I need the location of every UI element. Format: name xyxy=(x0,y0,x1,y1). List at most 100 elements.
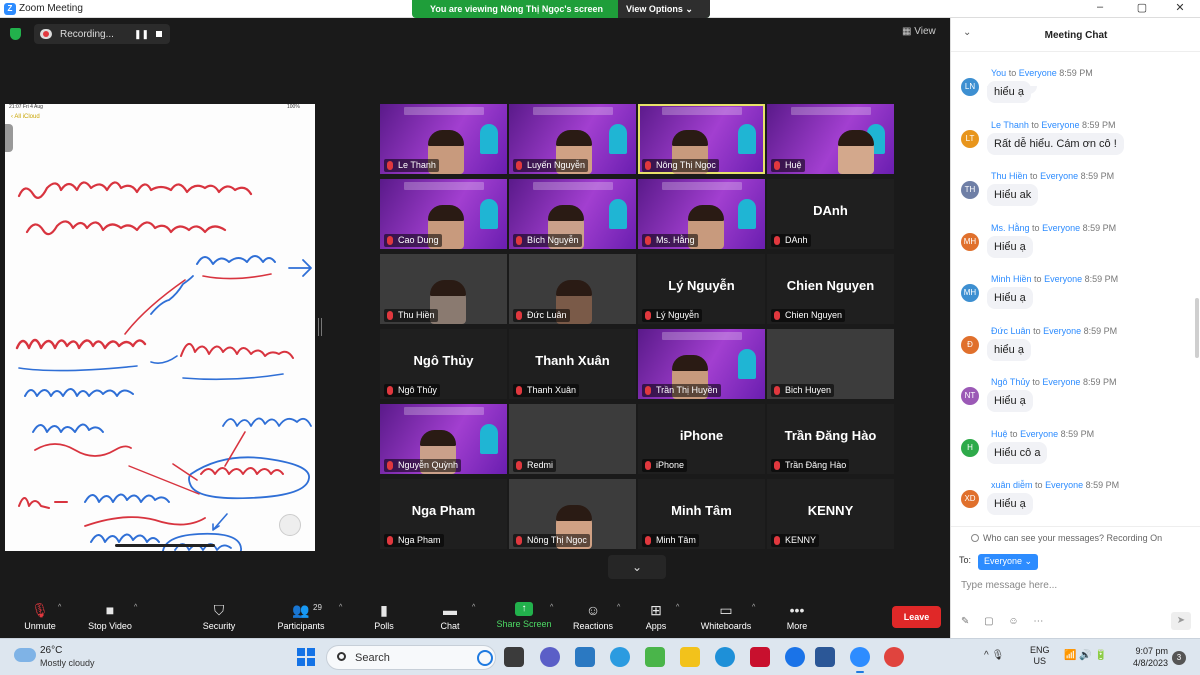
notification-badge[interactable]: 3 xyxy=(1172,651,1186,665)
minimize-button[interactable]: – xyxy=(1080,1,1120,13)
chat-label: Chat xyxy=(440,621,460,631)
task-view-icon[interactable] xyxy=(504,647,524,667)
word-icon[interactable] xyxy=(815,647,835,667)
chrome-icon[interactable] xyxy=(884,647,904,667)
view-options-button[interactable]: View Options ⌄ xyxy=(618,0,710,18)
message-bubble: Hiểu ạ xyxy=(987,390,1033,412)
participant-display-name: Thanh Xuân xyxy=(535,353,610,368)
weather-temperature[interactable]: 26°C xyxy=(40,645,62,656)
stop-recording-button[interactable] xyxy=(156,31,162,37)
video-tile[interactable]: Ms. Hằng xyxy=(638,179,765,249)
sender-avatar: NT xyxy=(961,387,979,405)
apps-options-caret[interactable]: ^ xyxy=(676,604,679,611)
video-tile[interactable]: iPhone iPhone xyxy=(638,404,765,474)
video-tile[interactable]: Ngô Thủy Ngô Thủy xyxy=(380,329,507,399)
close-button[interactable]: ✕ xyxy=(1160,1,1200,14)
chat-formatting-tools[interactable]: ✎ ▢ ☺ ⋯ xyxy=(961,616,1049,627)
audio-options-caret[interactable]: ^ xyxy=(58,604,61,611)
windows-start-icon[interactable] xyxy=(297,648,315,666)
video-tile[interactable]: Bich Huyen xyxy=(767,329,894,399)
recipient-name: Everyone xyxy=(1040,171,1079,181)
input-language-indicator[interactable]: ENG US xyxy=(1030,645,1050,667)
chat-scrollbar[interactable] xyxy=(1195,298,1199,358)
video-tile[interactable]: KENNY KENNY xyxy=(767,479,894,549)
moje-app-icon[interactable] xyxy=(645,647,665,667)
more-button[interactable]: ••• More xyxy=(757,598,837,638)
video-tile[interactable]: Huệ xyxy=(767,104,894,174)
muted-mic-icon xyxy=(387,236,393,245)
system-settings-icon[interactable] xyxy=(715,647,735,667)
participants-options-caret[interactable]: ^ xyxy=(339,604,342,611)
network-volume-battery-icons[interactable]: 📶 🔊 🔋 xyxy=(1064,650,1107,661)
video-tile[interactable]: Nông Thị Ngọc xyxy=(638,104,765,174)
video-tile[interactable]: Nguyễn Quỳnh xyxy=(380,404,507,474)
language-code: ENG xyxy=(1030,645,1050,655)
unmute-label: Unmute xyxy=(24,621,56,631)
video-tile[interactable]: Thanh Xuân Thanh Xuân xyxy=(509,329,636,399)
presenter-figure-graphic xyxy=(738,124,756,154)
video-tile[interactable]: Minh Tâm Minh Tâm xyxy=(638,479,765,549)
weather-description[interactable]: Mostly cloudy xyxy=(40,658,95,668)
taskbar-clock[interactable]: 9:07 pm 4/8/2023 xyxy=(1122,645,1168,669)
video-tile[interactable]: Đức Luân xyxy=(509,254,636,324)
who-can-see-notice[interactable]: Who can see your messages? Recording On xyxy=(951,526,1200,548)
maximize-button[interactable]: ▢ xyxy=(1122,1,1162,14)
video-tile[interactable]: Luyến Nguyễn xyxy=(509,104,636,174)
chat-button[interactable]: ▬ Chat ^ xyxy=(410,598,490,638)
muted-mic-icon xyxy=(516,311,522,320)
video-tile[interactable]: Trần Đăng Hào Trần Đăng Hào xyxy=(767,404,894,474)
share-screen-button[interactable]: ↑ Share Screen ^ xyxy=(484,598,564,638)
video-options-caret[interactable]: ^ xyxy=(134,604,137,611)
teams-chat-icon[interactable] xyxy=(540,647,560,667)
message-header: Minh Hiền to Everyone 8:59 PM xyxy=(991,274,1118,284)
recipient-select[interactable]: Everyone ⌄ xyxy=(978,554,1039,570)
video-tile[interactable]: DAnh DAnh xyxy=(767,179,894,249)
edge-icon[interactable] xyxy=(610,647,630,667)
video-tile[interactable]: Cao Dung xyxy=(380,179,507,249)
leave-button[interactable]: Leave xyxy=(892,606,941,628)
participants-button[interactable]: 👥 29 Participants ^ xyxy=(261,598,342,638)
store-icon[interactable] xyxy=(575,647,595,667)
meeting-toolbar: 🎙 Unmute ^ ■ Stop Video ^ ⛉ Security 👥 2… xyxy=(0,598,950,638)
participant-display-name: Nga Pham xyxy=(411,503,476,518)
video-tile[interactable]: Redmi xyxy=(509,404,636,474)
view-button[interactable]: ▦ View xyxy=(902,26,936,37)
participant-name: DAnh xyxy=(785,235,808,245)
chat-message: H Huệ to Everyone 8:59 PM Hiểu cô a xyxy=(951,429,1191,479)
mcafee-icon[interactable] xyxy=(750,647,770,667)
video-tile[interactable]: Thu Hiền xyxy=(380,254,507,324)
participant-name-label: Trần Đăng Hào xyxy=(771,459,850,472)
video-tile[interactable]: Le Thanh xyxy=(380,104,507,174)
cloudy-weather-icon[interactable] xyxy=(14,648,36,662)
video-tile[interactable]: Nga Pham Nga Pham xyxy=(380,479,507,549)
stop-video-button[interactable]: ■ Stop Video ^ xyxy=(70,598,150,638)
video-tile[interactable]: Bích Nguyễn xyxy=(509,179,636,249)
chat-message-input[interactable] xyxy=(961,576,1191,594)
tray-overflow-and-mic-icons[interactable]: ^ 🎙 xyxy=(984,650,1004,661)
chat-options-caret[interactable]: ^ xyxy=(472,604,475,611)
viewing-screen-banner: You are viewing Nông Thị Ngọc's screen V… xyxy=(412,0,710,18)
video-tile[interactable]: Trần Thị Huyền xyxy=(638,329,765,399)
whiteboards-options-caret[interactable]: ^ xyxy=(752,604,755,611)
message-time: 8:59 PM xyxy=(1081,119,1116,130)
send-message-button[interactable]: ➤ xyxy=(1171,612,1191,630)
security-shield-icon[interactable] xyxy=(10,28,21,40)
video-tile[interactable]: Chien Nguyen Chien Nguyen xyxy=(767,254,894,324)
bing-icon[interactable] xyxy=(477,650,493,666)
sender-avatar: Đ xyxy=(961,335,979,354)
file-explorer-icon[interactable] xyxy=(680,647,700,667)
apps-button[interactable]: ⊞ Apps ^ xyxy=(616,598,696,638)
zalo-icon[interactable] xyxy=(785,647,805,667)
video-tile[interactable]: Lý Nguyễn Lý Nguyễn xyxy=(638,254,765,324)
chat-message-list[interactable]: LN You to Everyone 8:59 PM hiểu ạ LT Le Than… xyxy=(951,52,1200,526)
whiteboards-button[interactable]: ▭ Whiteboards ^ xyxy=(686,598,766,638)
unmute-button[interactable]: 🎙 Unmute ^ xyxy=(0,598,80,638)
zoom-taskbar-icon[interactable] xyxy=(850,647,870,673)
participant-name: Cao Dung xyxy=(398,235,439,245)
split-divider-handle[interactable] xyxy=(318,318,322,336)
pause-recording-button[interactable]: ❚❚ xyxy=(134,29,149,40)
video-tile[interactable]: Nông Thị Ngọc xyxy=(509,479,636,549)
security-button[interactable]: ⛉ Security xyxy=(179,598,259,638)
show-more-tiles-button[interactable]: ⌄ xyxy=(608,555,666,579)
taskbar-search[interactable]: Search xyxy=(326,645,496,670)
